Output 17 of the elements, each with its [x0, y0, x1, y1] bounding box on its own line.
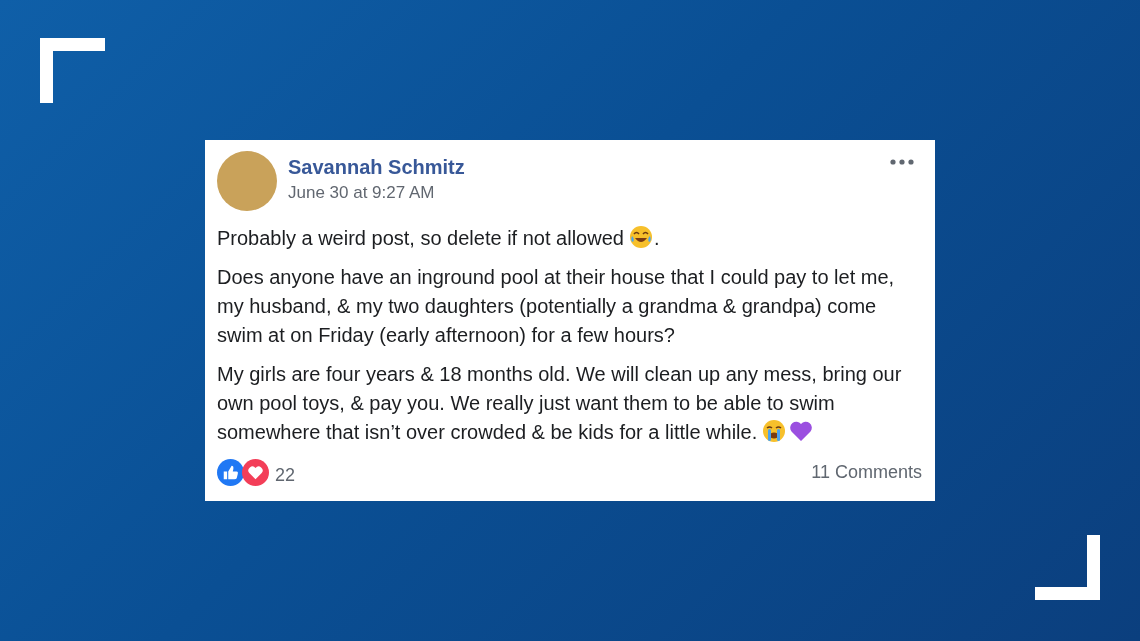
author-name[interactable]: Savannah Schmitz — [288, 156, 465, 179]
crying-face-icon — [762, 419, 787, 443]
love-reaction-icon[interactable] — [242, 459, 269, 486]
reaction-count[interactable]: 22 — [275, 465, 296, 486]
heart-icon — [789, 419, 814, 443]
corner-bracket — [1035, 535, 1100, 600]
corner-bracket — [40, 38, 105, 103]
comments-link[interactable]: 11 Comments — [811, 462, 922, 483]
avatar — [217, 151, 277, 211]
laughing-face-icon — [628, 225, 653, 249]
like-reaction-icon[interactable] — [217, 459, 244, 486]
post-time[interactable]: June 30 at 9:27 AM — [288, 183, 465, 203]
post-text: somewhere that isn’t over crowded & be kids for a little while. — [217, 421, 758, 443]
post-text: Probably a weird post, so delete if not allowed — [217, 227, 624, 249]
more-options-icon[interactable] — [890, 159, 914, 165]
post-text: . — [653, 227, 660, 249]
post-text: Does anyone have an inground pool at their house that I could pay to let me, my husband, & my two daughters (potentially a grandma & grandpa) come swim at on Friday (early afternoon) for a few hours? — [217, 266, 895, 346]
